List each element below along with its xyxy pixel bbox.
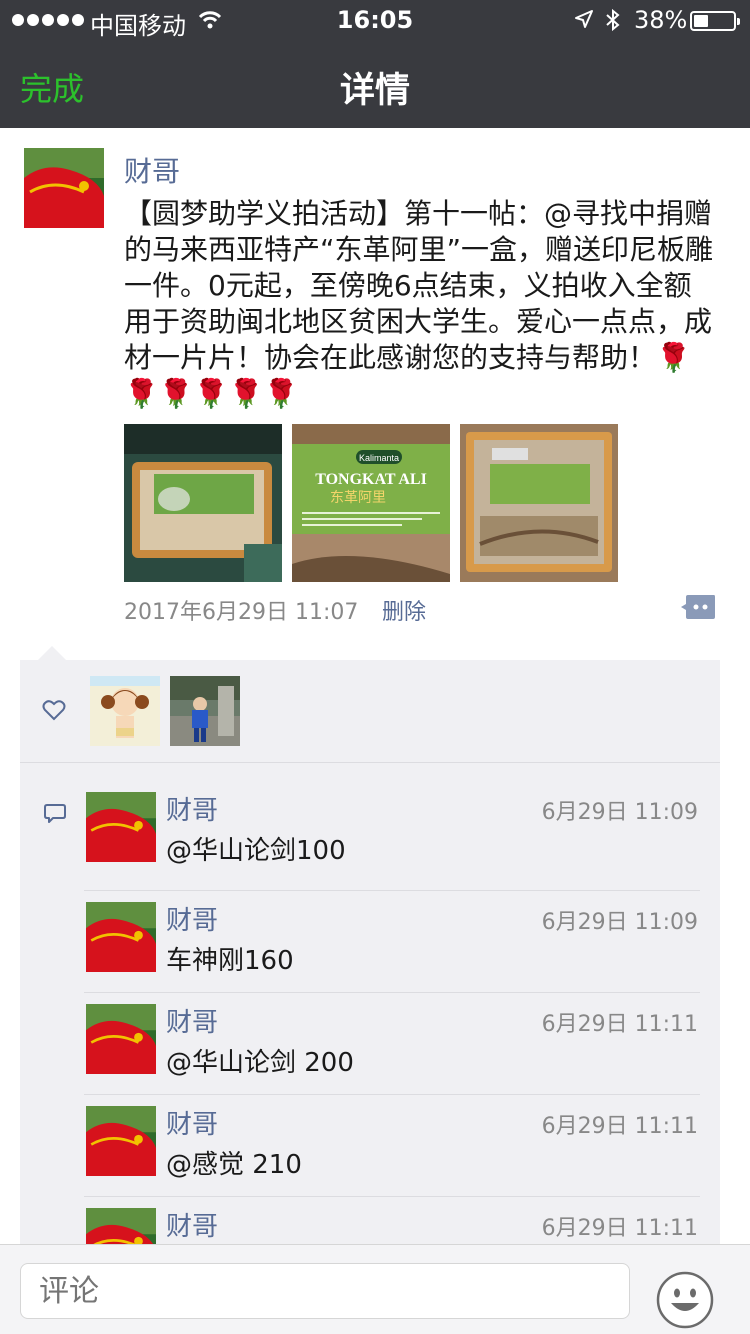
photo-product-subtitle: 东革阿里	[330, 490, 386, 506]
comment-timestamp: 6月29日 11:09	[541, 800, 698, 825]
status-bar: 中国移动 16:05 38%	[0, 0, 750, 40]
comment-author-name[interactable]: 财哥	[166, 900, 218, 937]
comment-divider	[84, 1094, 700, 1095]
heart-icon	[42, 699, 66, 721]
post-timestamp: 2017年6月29日 11:07	[124, 600, 359, 625]
comment-input[interactable]	[20, 1263, 630, 1319]
comment-divider	[84, 890, 700, 891]
comment-bubble-icon	[44, 803, 66, 825]
comment-author-avatar[interactable]	[86, 792, 156, 862]
comment-text: @华山论剑100	[166, 836, 346, 866]
comment-author-name[interactable]: 财哥	[166, 1206, 218, 1243]
bluetooth-icon	[604, 8, 622, 32]
comment-text: @感觉 210	[166, 1150, 302, 1180]
post-photo-2[interactable]: Kalimanta TONGKAT ALI 东革阿里	[292, 424, 450, 582]
likes-divider	[20, 762, 720, 763]
top-bar: 中国移动 16:05 38% 完成 详情	[0, 0, 750, 128]
comment-timestamp: 6月29日 11:11	[541, 1012, 698, 1037]
comment-divider	[84, 1196, 700, 1197]
like-avatar-2[interactable]	[170, 676, 240, 746]
comment-timestamp: 6月29日 11:11	[541, 1114, 698, 1139]
comment-author-name[interactable]: 财哥	[166, 1104, 218, 1141]
photo-product-label: TONGKAT ALI	[315, 471, 427, 488]
battery-percentage: 38%	[634, 6, 688, 34]
post-photo-3[interactable]	[460, 424, 618, 582]
location-arrow-icon	[574, 9, 594, 29]
post-photo-1[interactable]	[124, 424, 282, 582]
photo-brand-label: Kalimanta	[359, 453, 399, 463]
comment-timestamp: 6月29日 11:11	[541, 1216, 698, 1241]
post-author-name[interactable]: 财哥	[124, 150, 180, 190]
comment-input-bar	[0, 1244, 750, 1334]
panel-pointer	[38, 646, 66, 660]
comment-divider	[84, 992, 700, 993]
comment-text: @华山论剑 200	[166, 1048, 354, 1078]
page-title: 详情	[339, 71, 410, 111]
comment-author-name[interactable]: 财哥	[166, 790, 218, 827]
emoji-button[interactable]	[656, 1271, 714, 1329]
comment-author-name[interactable]: 财哥	[166, 1002, 218, 1039]
comment-author-avatar[interactable]	[86, 902, 156, 972]
post-content: 【圆梦助学义拍活动】第十一帖：@寻找中捐赠的马来西亚特产“东革阿里”一盒，赠送印…	[124, 197, 714, 410]
post-author-avatar[interactable]	[24, 148, 104, 228]
photo-grid: Kalimanta TONGKAT ALI 东革阿里	[124, 424, 618, 582]
battery-icon	[690, 11, 740, 31]
battery-level	[694, 15, 708, 27]
comment-menu-button[interactable]	[680, 594, 716, 620]
comment-text: 车神刚160	[166, 946, 294, 976]
comment-author-avatar[interactable]	[86, 1004, 156, 1074]
like-avatar-1[interactable]	[90, 676, 160, 746]
delete-button[interactable]: 删除	[382, 594, 426, 626]
comment-timestamp: 6月29日 11:09	[541, 910, 698, 935]
comment-author-avatar[interactable]	[86, 1106, 156, 1176]
